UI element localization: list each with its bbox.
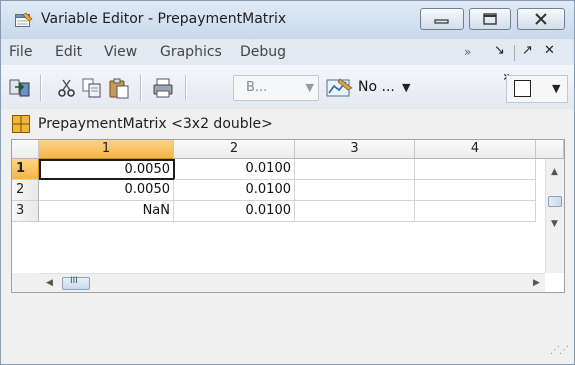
minimize-icon xyxy=(434,19,449,24)
chevron-down-icon: ▼ xyxy=(552,82,561,95)
cut-icon[interactable] xyxy=(56,77,78,99)
row-header-2[interactable]: 2 xyxy=(12,180,39,201)
row-header-1[interactable]: 1 xyxy=(12,159,39,180)
window-title: Variable Editor - PrepaymentMatrix xyxy=(41,11,287,27)
menu-bar: File Edit View Graphics Debug » ↘ ↗ ✕ xyxy=(1,39,574,65)
status-bar: ⋰⋰ xyxy=(1,299,574,364)
column-header-1[interactable]: 1 xyxy=(39,140,174,159)
variable-editor-window: Variable Editor - PrepaymentMatrix File … xyxy=(0,0,575,365)
close-editor-icon[interactable]: ✕ xyxy=(544,43,555,58)
chevron-down-icon: ▼ xyxy=(402,81,411,94)
minimize-button[interactable] xyxy=(420,8,464,30)
scroll-left-icon[interactable]: ◀ xyxy=(46,278,53,288)
grid-cell[interactable] xyxy=(295,159,415,180)
column-header-3[interactable]: 3 xyxy=(295,140,415,159)
grid-cell[interactable]: NaN xyxy=(39,201,174,222)
grid-cell[interactable] xyxy=(415,201,536,222)
scroll-right-icon[interactable]: ▶ xyxy=(533,278,540,288)
variable-header: PrepaymentMatrix <3x2 double> xyxy=(1,109,574,139)
checkbox-icon xyxy=(514,80,531,97)
column-header-2[interactable]: 2 xyxy=(174,140,295,159)
maximize-icon xyxy=(483,13,497,25)
import-icon[interactable] xyxy=(9,77,31,99)
data-grid: 1 2 3 4 1 0.0050 0.0100 2 0.0050 0.0100 … xyxy=(11,139,565,293)
plot-selection-icon xyxy=(326,78,353,97)
grid-cell[interactable]: 0.0100 xyxy=(174,201,295,222)
scroll-down-icon[interactable]: ▼ xyxy=(551,219,558,229)
undock-icon[interactable]: ↗ xyxy=(522,43,533,58)
toolbar-separator xyxy=(40,75,42,101)
menu-overflow-icon[interactable]: » xyxy=(464,45,471,59)
grid-cell[interactable] xyxy=(415,159,536,180)
menu-debug[interactable]: Debug xyxy=(240,44,286,60)
grid-corner-header[interactable] xyxy=(12,140,39,159)
close-icon xyxy=(535,13,547,25)
toolbar-separator xyxy=(185,75,187,101)
chevron-down-icon: ▼ xyxy=(305,81,314,94)
base-variable-combo-value: B... xyxy=(246,80,268,95)
grid-cell[interactable]: 0.0100 xyxy=(174,159,295,180)
grid-cell[interactable]: 0.0100 xyxy=(174,180,295,201)
vertical-scrollbar[interactable]: ▲ ▼ xyxy=(545,159,564,273)
plot-selection-button[interactable]: No ... ▼ xyxy=(324,74,416,102)
column-header-5[interactable] xyxy=(536,140,564,159)
paste-icon[interactable] xyxy=(108,77,130,99)
horizontal-scrollbar[interactable]: ◀ III ▶ xyxy=(39,273,545,292)
matrix-grid-icon xyxy=(12,115,30,133)
grid-cell[interactable] xyxy=(295,201,415,222)
menu-divider xyxy=(514,45,515,61)
variable-title: PrepaymentMatrix <3x2 double> xyxy=(38,116,273,132)
resize-grip-icon[interactable]: ⋰⋰ xyxy=(550,345,569,356)
scroll-thumb-grip: III xyxy=(70,276,78,286)
menu-edit[interactable]: Edit xyxy=(55,44,82,60)
horizontal-scroll-thumb[interactable]: III xyxy=(62,276,90,290)
dock-icon[interactable]: ↘ xyxy=(494,43,505,58)
plot-selection-label: No ... xyxy=(358,79,395,95)
vertical-scroll-thumb[interactable] xyxy=(548,196,562,207)
checkbox-combo[interactable]: ▼ xyxy=(506,75,568,103)
toolbar: B... ▼ No ... ▼ » ▼ xyxy=(1,65,574,110)
scroll-up-icon[interactable]: ▲ xyxy=(551,167,558,177)
row-header-3[interactable]: 3 xyxy=(12,201,39,222)
grid-cell[interactable]: 0.0050 xyxy=(39,159,175,180)
copy-icon[interactable] xyxy=(81,77,103,99)
print-icon[interactable] xyxy=(152,77,174,99)
grid-cell[interactable]: 0.0050 xyxy=(39,180,174,201)
menu-file[interactable]: File xyxy=(9,44,32,60)
base-variable-combo[interactable]: B... ▼ xyxy=(233,75,319,101)
grid-corner xyxy=(12,273,39,292)
grid-cell[interactable] xyxy=(415,180,536,201)
column-header-4[interactable]: 4 xyxy=(415,140,536,159)
grid-cell[interactable] xyxy=(295,180,415,201)
toolbar-separator xyxy=(140,75,142,101)
close-button[interactable] xyxy=(517,8,565,30)
variable-editor-icon xyxy=(15,12,33,27)
maximize-button[interactable] xyxy=(469,8,511,30)
title-bar[interactable]: Variable Editor - PrepaymentMatrix xyxy=(1,1,574,39)
menu-graphics[interactable]: Graphics xyxy=(160,44,222,60)
menu-view[interactable]: View xyxy=(104,44,137,60)
